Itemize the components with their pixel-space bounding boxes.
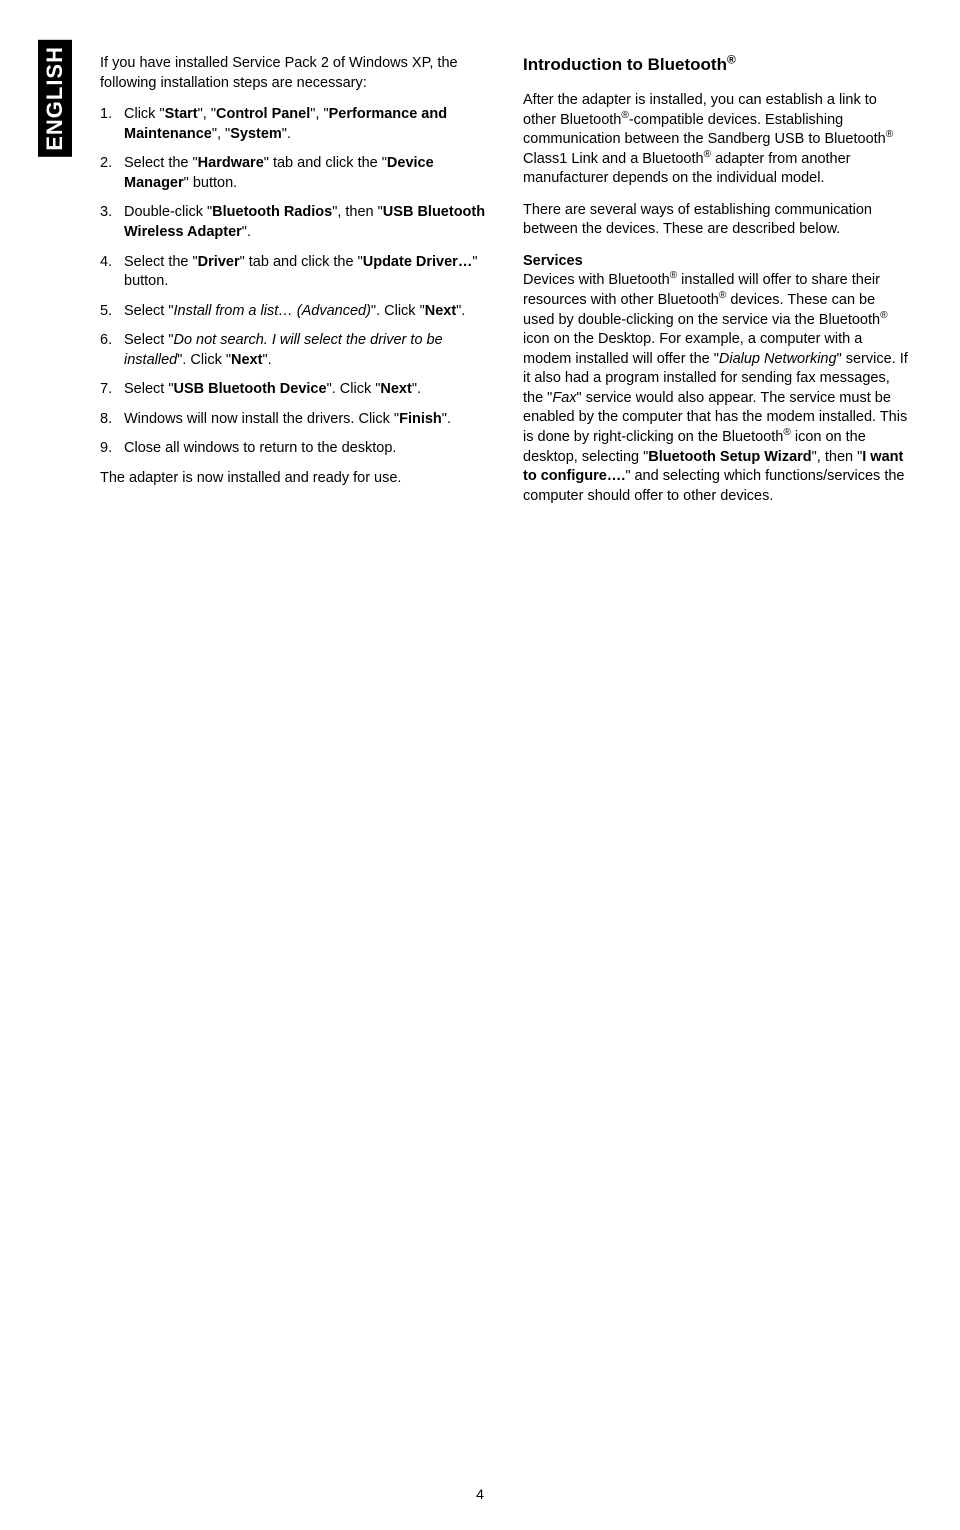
intro-paragraph: If you have installed Service Pack 2 of … — [100, 54, 487, 93]
step-text: ". Click " — [371, 303, 425, 319]
language-tab: ENGLISH — [38, 40, 72, 157]
body-text: ", then " — [812, 449, 863, 465]
step-bold: Bluetooth Radios — [212, 204, 332, 220]
step-bold: Driver — [198, 254, 240, 270]
step-6: Select "Do not search. I will select the… — [100, 331, 487, 370]
body-italic: Dialup Networking — [719, 351, 837, 367]
registered-icon: ® — [621, 110, 628, 121]
step-italic: Install from a list… (Advanced) — [173, 303, 370, 319]
step-3: Double-click "Bluetooth Radios", then "U… — [100, 203, 487, 242]
step-text: ". — [242, 224, 251, 240]
step-7: Select "USB Bluetooth Device". Click "Ne… — [100, 380, 487, 400]
step-bold: Next — [425, 303, 456, 319]
right-column: Introduction to Bluetooth® After the ada… — [523, 54, 910, 518]
step-text: ". — [442, 411, 451, 427]
services-subheading: Services — [523, 252, 910, 272]
registered-icon: ® — [880, 310, 887, 321]
step-2: Select the "Hardware" tab and click the … — [100, 154, 487, 193]
registered-icon: ® — [783, 427, 790, 438]
step-1: Click "Start", "Control Panel", "Perform… — [100, 105, 487, 144]
body-italic: Fax — [552, 390, 576, 406]
step-text: Click " — [124, 106, 165, 122]
heading-text: Introduction to Bluetooth — [523, 55, 727, 74]
registered-icon: ® — [727, 52, 736, 66]
paragraph-1: After the adapter is installed, you can … — [523, 91, 910, 189]
step-text: Select " — [124, 381, 173, 397]
step-9: Close all windows to return to the deskt… — [100, 439, 487, 459]
step-text: Double-click " — [124, 204, 212, 220]
step-5: Select "Install from a list… (Advanced)"… — [100, 302, 487, 322]
page-number: 4 — [0, 1486, 960, 1502]
step-8: Windows will now install the drivers. Cl… — [100, 410, 487, 430]
section-heading: Introduction to Bluetooth® — [523, 54, 910, 77]
step-bold: System — [230, 126, 282, 142]
step-text: ". — [282, 126, 291, 142]
step-text: " tab and click the " — [240, 254, 363, 270]
body-text: Class1 Link and a Bluetooth — [523, 151, 704, 167]
step-text: ". — [456, 303, 465, 319]
step-text: Select the " — [124, 155, 198, 171]
step-text: ". — [412, 381, 421, 397]
step-text: Select the " — [124, 254, 198, 270]
step-text: ", " — [310, 106, 328, 122]
step-text: ". Click " — [177, 352, 231, 368]
step-bold: Control Panel — [216, 106, 310, 122]
registered-icon: ® — [886, 129, 893, 140]
outro-paragraph: The adapter is now installed and ready f… — [100, 469, 487, 489]
content-columns: If you have installed Service Pack 2 of … — [100, 54, 910, 518]
step-text: " tab and click the " — [264, 155, 387, 171]
registered-icon: ® — [704, 149, 711, 160]
step-text: Select " — [124, 332, 173, 348]
install-steps-list: Click "Start", "Control Panel", "Perform… — [100, 105, 487, 459]
step-text: ". Click " — [327, 381, 381, 397]
step-text: ", " — [198, 106, 216, 122]
step-text: ". — [262, 352, 271, 368]
step-bold: Start — [165, 106, 198, 122]
step-text: ", " — [212, 126, 230, 142]
step-text: Windows will now install the drivers. Cl… — [124, 411, 399, 427]
step-text: Select " — [124, 303, 173, 319]
body-text: Devices with Bluetooth — [523, 272, 670, 288]
step-bold: Finish — [399, 411, 442, 427]
manual-page: ENGLISH If you have installed Service Pa… — [0, 0, 960, 1530]
paragraph-2: There are several ways of establishing c… — [523, 201, 910, 240]
step-text: " button. — [184, 175, 238, 191]
step-bold: Hardware — [198, 155, 264, 171]
step-bold: USB Bluetooth Device — [173, 381, 326, 397]
step-bold: Next — [231, 352, 262, 368]
step-bold: Next — [380, 381, 411, 397]
body-bold: Bluetooth Setup Wizard — [648, 449, 811, 465]
left-column: If you have installed Service Pack 2 of … — [100, 54, 487, 518]
step-4: Select the "Driver" tab and click the "U… — [100, 253, 487, 292]
step-bold: Update Driver… — [363, 254, 473, 270]
services-paragraph: Services Devices with Bluetooth® install… — [523, 252, 910, 506]
step-text: ", then " — [332, 204, 383, 220]
step-text: Close all windows to return to the deskt… — [124, 440, 396, 456]
